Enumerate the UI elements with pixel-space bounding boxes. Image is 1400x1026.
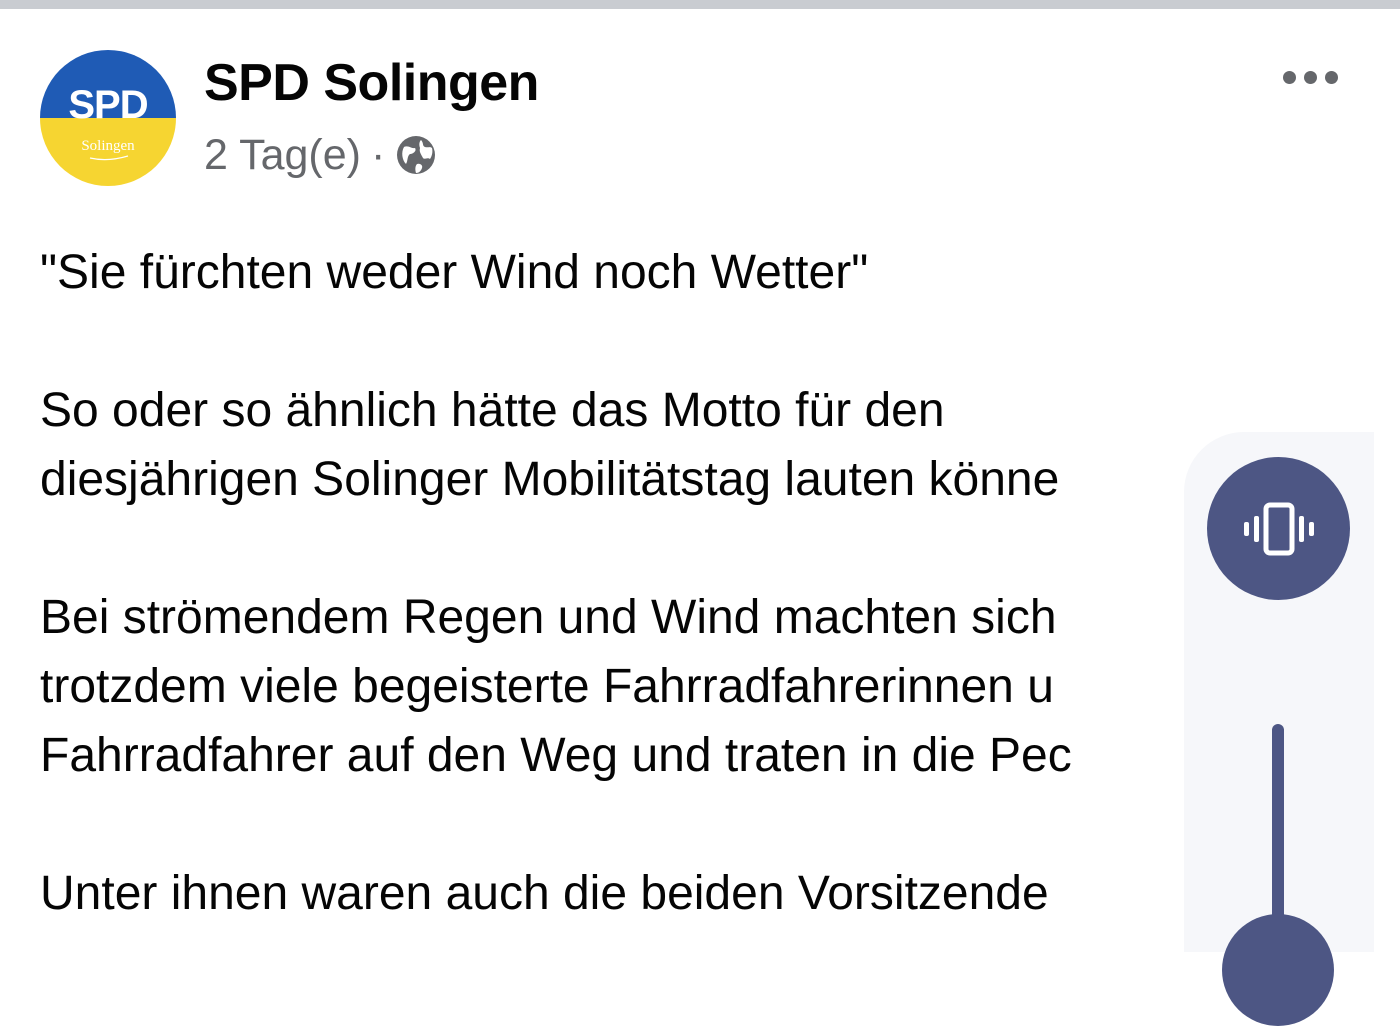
post-timestamp[interactable]: 2 Tag(e) — [204, 131, 361, 180]
top-divider — [0, 0, 1400, 9]
volume-slider-track[interactable] — [1272, 724, 1284, 944]
sound-mode-button[interactable] — [1207, 457, 1350, 600]
svg-text:SPD: SPD — [68, 83, 147, 127]
paragraph-line: "Sie fürchten weder Wind noch Wetter" — [40, 246, 869, 299]
paragraph-line: diesjährigen Solinger Mobilitätstag laut… — [40, 453, 1060, 506]
globe-icon[interactable] — [395, 134, 437, 176]
page-avatar[interactable]: SPD Solingen — [40, 50, 176, 186]
post-paragraph: Unter ihnen waren auch die beiden Vorsit… — [40, 859, 1190, 928]
spd-logo: SPD Solingen — [40, 50, 176, 186]
paragraph-line: Unter ihnen waren auch die beiden Vorsit… — [40, 867, 1049, 920]
vibrate-icon — [1243, 502, 1314, 555]
paragraph-line: So oder so ähnlich hätte das Motto für d… — [40, 384, 945, 437]
post-paragraph: Bei strömendem Regen und Wind machten si… — [40, 583, 1190, 790]
post-message: "Sie fürchten weder Wind noch Wetter" So… — [40, 238, 1190, 997]
paragraph-line: Bei strömendem Regen und Wind machten si… — [40, 591, 1057, 644]
more-options-icon — [1282, 70, 1296, 84]
svg-text:Solingen: Solingen — [81, 138, 135, 154]
page-name[interactable]: SPD Solingen — [204, 54, 539, 112]
post-paragraph: "Sie fürchten weder Wind noch Wetter" — [40, 238, 1190, 307]
meta-separator: · — [370, 130, 386, 179]
volume-slider-thumb[interactable] — [1222, 914, 1334, 1026]
post-paragraph: So oder so ähnlich hätte das Motto für d… — [40, 376, 1190, 514]
paragraph-line: trotzdem viele begeisterte Fahrradfahrer… — [40, 660, 1054, 713]
paragraph-line: Fahrradfahrer auf den Weg und traten in … — [40, 729, 1072, 782]
more-options-button[interactable] — [1278, 60, 1342, 94]
post-meta: 2 Tag(e) · — [204, 130, 437, 180]
